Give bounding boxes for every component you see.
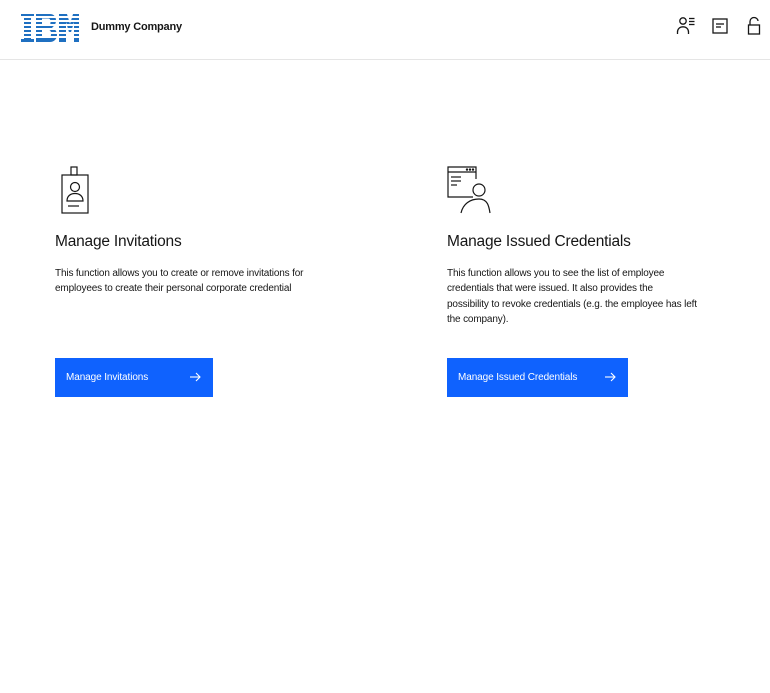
description-line: the company). — [447, 313, 509, 325]
description-line: This function allows you to see the list… — [447, 268, 665, 279]
arrow-right-icon — [190, 372, 201, 382]
manage-issued-credentials-button[interactable]: Manage Issued Credentials — [447, 358, 628, 397]
arrow-right-icon — [605, 372, 616, 382]
button-label: Manage Issued Credentials — [458, 372, 578, 383]
manage-invitations-button[interactable]: Manage Invitations — [55, 358, 213, 397]
company-name: Dummy Company — [91, 21, 182, 33]
card-description: This function allows you to see the list… — [447, 266, 697, 327]
id-badge-icon — [55, 165, 105, 217]
description-line: possibility to revoke credentials (e.g. … — [447, 298, 697, 310]
unlock-icon[interactable] — [743, 15, 765, 37]
description-line: This function allows you to create or re… — [55, 268, 304, 279]
card-title: Manage Invitations — [55, 233, 182, 250]
description-line: credentials that were issued. It also pr… — [447, 283, 653, 295]
card-title: Manage Issued Credentials — [447, 233, 631, 250]
user-list-icon[interactable] — [675, 15, 697, 37]
document-icon[interactable] — [709, 15, 731, 37]
top-header: Dummy Company — [0, 0, 770, 60]
card-description: This function allows you to create or re… — [55, 266, 303, 297]
ibm-logo[interactable] — [21, 14, 79, 42]
credential-user-icon — [447, 165, 497, 217]
description-line: employees to create their personal corpo… — [55, 283, 292, 295]
button-label: Manage Invitations — [66, 372, 149, 383]
